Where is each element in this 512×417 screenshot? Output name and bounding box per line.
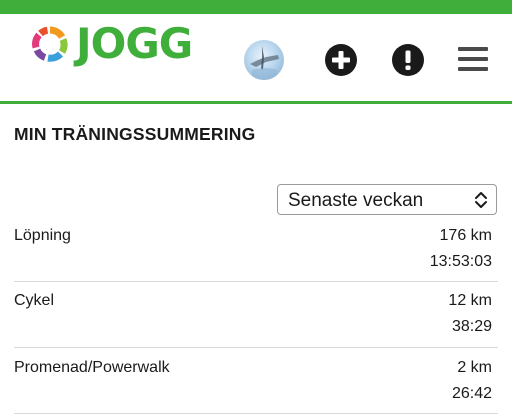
logo-ring-icon	[32, 26, 68, 62]
activity-name: Löpning	[14, 227, 71, 244]
page-title: MIN TRÄNINGSSUMMERING	[14, 124, 256, 144]
top-status-bar	[0, 0, 512, 14]
activity-distance: 12 km	[448, 292, 492, 309]
add-activity-button[interactable]	[324, 43, 358, 77]
avatar-photo	[250, 46, 279, 80]
header-divider	[0, 101, 512, 104]
activity-time: 38:29	[451, 318, 492, 335]
period-select[interactable]: Senaste veckan	[277, 184, 497, 215]
logo-text: JOGG	[76, 19, 193, 68]
activity-row: Cykel 12 km 38:29	[14, 280, 498, 346]
menu-button[interactable]	[458, 45, 488, 73]
activity-name: Promenad/Powerwalk	[14, 359, 170, 376]
activity-distance: 2 km	[457, 359, 492, 376]
user-avatar[interactable]	[244, 40, 284, 80]
activity-name: Cykel	[14, 292, 55, 309]
activity-time: 13:53:03	[429, 253, 492, 270]
activity-time: 26:42	[451, 385, 492, 402]
activity-row: Löpning 176 km 13:53:03	[14, 215, 498, 281]
jogg-logo[interactable]: JOGG	[28, 19, 193, 68]
exclamation-circle-icon	[392, 44, 424, 76]
plus-circle-icon	[325, 44, 357, 76]
row-divider	[14, 413, 498, 414]
chevron-up-down-icon	[475, 192, 487, 208]
activity-row: Promenad/Powerwalk 2 km 26:42	[14, 347, 498, 413]
activity-distance: 176 km	[439, 227, 492, 244]
hamburger-menu-icon	[458, 47, 488, 71]
notifications-button[interactable]	[391, 43, 425, 77]
period-select-value: Senaste veckan	[288, 190, 424, 211]
